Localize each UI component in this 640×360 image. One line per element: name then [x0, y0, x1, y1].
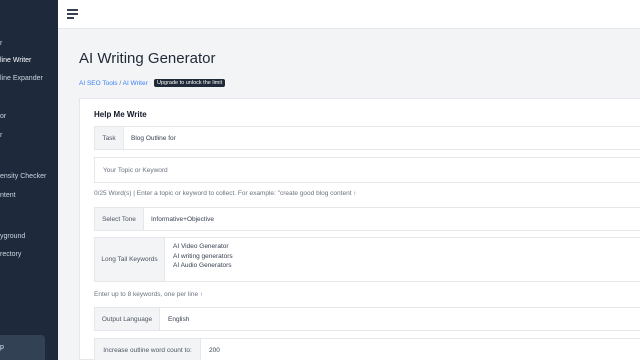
keywords-textarea[interactable]: AI Video Generator AI writing generators… [173, 242, 233, 271]
word-count-label: Increase outline word count to: [95, 339, 201, 360]
word-count-field[interactable]: Increase outline word count to: 200 [94, 338, 640, 360]
tone-label: Select Tone [95, 208, 144, 230]
breadcrumb-link-seo-tools[interactable]: AI SEO Tools [79, 80, 118, 87]
breadcrumb: AI SEO Tools / AI Writer [79, 80, 148, 87]
sidebar-item-content[interactable]: ntent [0, 192, 16, 199]
keywords-label: Long Tail Keywords [95, 238, 165, 281]
sidebar-item-directory[interactable]: rectory [0, 251, 21, 258]
task-value[interactable]: Blog Outline for [131, 127, 176, 149]
tone-select[interactable]: Select Tone Informative+Objective [94, 207, 640, 231]
topic-placeholder: Your Topic or Keyword [103, 166, 168, 174]
tone-value[interactable]: Informative+Objective [151, 208, 214, 230]
card-title: Help Me Write [94, 110, 147, 119]
page-title: AI Writing Generator [79, 50, 216, 67]
long-tail-keywords-field[interactable]: Long Tail Keywords AI Video Generator AI… [94, 237, 640, 282]
menu-icon[interactable] [67, 9, 78, 19]
language-label: Output Language [95, 308, 160, 330]
sidebar-item-outline-writer[interactable]: line Writer [0, 57, 31, 64]
keyword-line: AI writing generators [173, 252, 233, 260]
keyword-line: AI Audio Generators [173, 262, 232, 269]
task-field[interactable]: Task Blog Outline for [94, 126, 640, 150]
sidebar: r line Writer line Expander or r ensity … [0, 0, 58, 360]
sidebar-item-generator[interactable]: or [0, 113, 6, 120]
breadcrumb-link-ai-writer[interactable]: AI Writer [123, 80, 148, 87]
sidebar-item-density-checker[interactable]: ensity Checker [0, 173, 46, 180]
sidebar-item-outline-expander[interactable]: line Expander [0, 75, 43, 82]
task-label: Task [95, 127, 124, 149]
word-count-value[interactable]: 200 [209, 339, 220, 360]
sidebar-item-section[interactable]: r [0, 40, 2, 47]
language-value[interactable]: English [168, 308, 189, 330]
help-me-write-card: Help Me Write Task Blog Outline for Your… [79, 98, 640, 360]
topic-input[interactable]: Your Topic or Keyword [94, 157, 640, 183]
keyword-line: AI Video Generator [173, 243, 229, 250]
sidebar-item-playground[interactable]: yground [0, 233, 25, 240]
top-bar [58, 0, 640, 29]
output-language-select[interactable]: Output Language English [94, 307, 640, 331]
topic-hint: 0/25 Word(s) | Enter a topic or keyword … [94, 190, 357, 197]
sidebar-item-writer[interactable]: r [0, 132, 2, 139]
upgrade-badge[interactable]: Upgrade to unlock the limit [154, 79, 226, 87]
sidebar-bottom-label: p [0, 344, 4, 351]
sidebar-bottom-button[interactable]: p [0, 335, 45, 360]
keywords-hint: Enter up to 8 keywords, one per line ↑ [94, 291, 204, 298]
